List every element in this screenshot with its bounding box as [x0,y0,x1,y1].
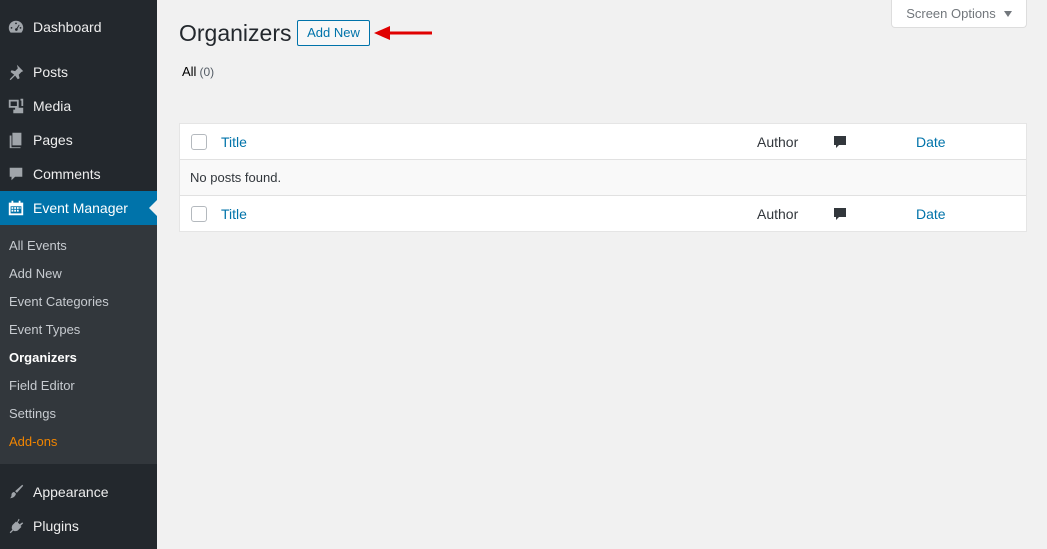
status-filter-links: All (0) [182,64,214,80]
column-footer-title[interactable]: Title [221,206,247,222]
column-footer-author: Author [757,206,799,222]
submenu-item-settings[interactable]: Settings [9,404,56,424]
media-icon [6,96,26,116]
submenu-item-event-categories[interactable]: Event Categories [9,292,109,312]
select-all-checkbox-footer[interactable] [191,206,207,222]
dashboard-icon [6,17,26,37]
screen-options-label: Screen Options [906,6,996,21]
table-row: No posts found. [180,160,1026,196]
column-header-date[interactable]: Date [916,134,946,150]
column-header-title[interactable]: Title [221,134,247,150]
sidebar-item-comments[interactable]: Comments [0,157,157,191]
filter-all-link[interactable]: All [182,64,196,79]
comments-column-icon [832,206,848,222]
sidebar-item-plugins[interactable]: Plugins [0,509,157,543]
sidebar-item-label: Comments [33,166,101,182]
event-manager-submenu: All Events Add New Event Categories Even… [0,225,157,464]
pages-icon [6,130,26,150]
table-header-row: Title Author Date [180,124,1026,160]
sidebar-item-appearance[interactable]: Appearance [0,475,157,509]
active-menu-pointer [149,200,157,216]
submenu-item-organizers[interactable]: Organizers [9,348,77,368]
sidebar-item-label: Event Manager [33,200,128,216]
submenu-item-addons[interactable]: Add-ons [9,432,57,452]
submenu-item-event-types[interactable]: Event Types [9,320,80,340]
sidebar-item-dashboard[interactable]: Dashboard [0,10,157,44]
sidebar-item-label: Appearance [33,484,109,500]
comments-column-icon [832,134,848,150]
sidebar-item-label: Plugins [33,518,79,534]
column-header-author: Author [757,133,799,150]
submenu-item-field-editor[interactable]: Field Editor [9,376,75,396]
admin-sidebar: Dashboard Posts Media Pages Comments Eve… [0,0,157,549]
calendar-icon [6,198,26,218]
page-title: Organizers [179,20,292,46]
sidebar-item-label: Pages [33,132,73,148]
sidebar-item-label: Posts [33,64,69,80]
empty-table-message: No posts found. [190,170,282,185]
filter-all-count: (0) [199,65,215,79]
submenu-item-all-events[interactable]: All Events [9,236,67,256]
submenu-item-add-new[interactable]: Add New [9,264,62,284]
add-new-button[interactable]: Add New [297,20,370,46]
organizers-table: Title Author Date No posts found. Title … [179,123,1027,232]
paintbrush-icon [6,482,26,502]
caret-down-icon [1003,10,1012,17]
sidebar-item-pages[interactable]: Pages [0,123,157,157]
column-footer-date[interactable]: Date [916,206,946,222]
sidebar-item-media[interactable]: Media [0,89,157,123]
annotation-arrow-icon [374,26,432,40]
table-footer-row: Title Author Date [180,196,1026,232]
screen-options-button[interactable]: Screen Options [891,0,1027,28]
sidebar-item-posts[interactable]: Posts [0,55,157,89]
sidebar-item-label: Media [33,98,72,114]
select-all-checkbox[interactable] [191,133,207,150]
plug-icon [6,516,26,536]
pushpin-icon [6,62,26,82]
sidebar-item-label: Dashboard [33,19,102,35]
sidebar-item-event-manager[interactable]: Event Manager [0,191,157,225]
comment-bubble-icon [6,164,26,184]
